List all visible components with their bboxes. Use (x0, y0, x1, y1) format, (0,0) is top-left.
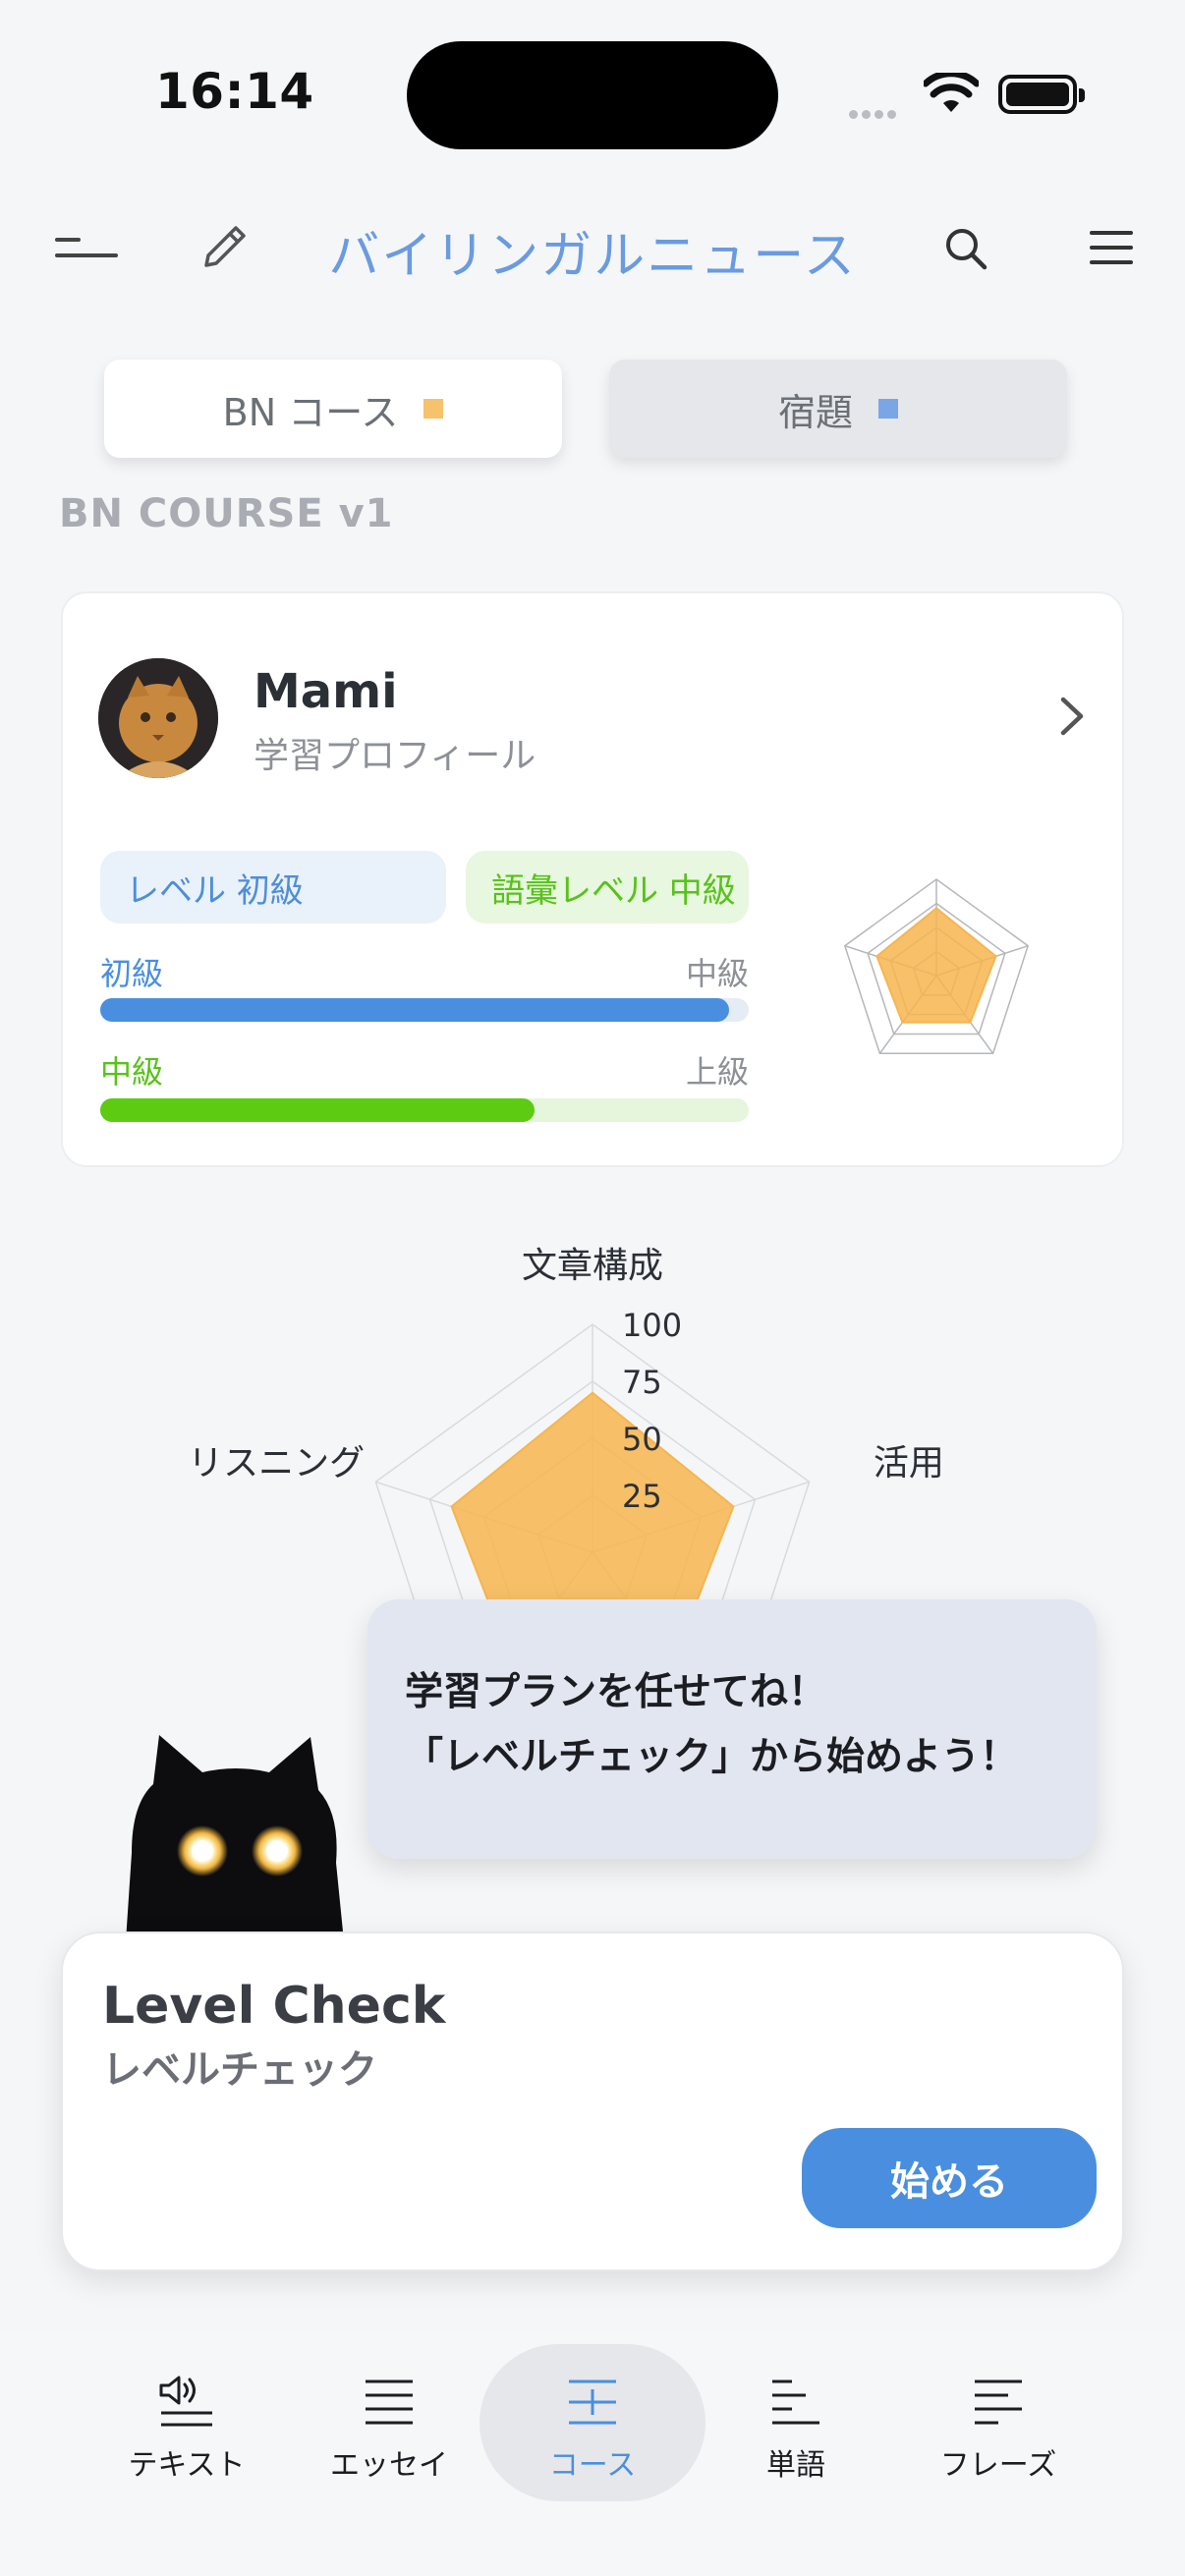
bubble-line-2: 「レベルチェック」から始めよう！ (405, 1735, 1019, 1779)
mascot-speech-bubble: 学習プランを任せてね！ 「レベルチェック」から始めよう！ (367, 1599, 1097, 1859)
radar-axis-label: リスニング (188, 1443, 365, 1484)
tab-words[interactable]: 単語 (698, 2362, 894, 2495)
profile-subtitle: 学習プロフィール (254, 736, 536, 776)
bubble-line-1: 学習プランを任せてね！ (405, 1670, 827, 1714)
tab-text-label: テキスト (128, 2448, 246, 2483)
tab-text[interactable]: テキスト (88, 2362, 285, 2495)
radar-tick-label: 25 (622, 1478, 662, 1515)
tab-words-label: 単語 (766, 2448, 825, 2483)
level-check-title: Level Check (102, 1977, 446, 2036)
course-marker-icon (423, 399, 444, 419)
tab-course-label: コース (548, 2448, 637, 2483)
radar-tick-label: 75 (622, 1364, 662, 1401)
section-label: BN COURSE v1 (59, 491, 394, 536)
progress-bar-intermediate (100, 1098, 749, 1122)
tab-essay-label: エッセイ (330, 2448, 448, 2483)
course-lines-icon (569, 2380, 616, 2425)
tab-bn-course-label: BN コース (222, 390, 399, 434)
battery-icon (998, 75, 1085, 114)
tab-course[interactable]: コース (494, 2362, 691, 2495)
start-button[interactable]: 始める (802, 2128, 1097, 2228)
tab-homework-label: 宿題 (777, 390, 853, 434)
radar-tick-label: 100 (622, 1307, 682, 1344)
hamburger-menu-icon[interactable] (1087, 224, 1136, 271)
progress-bar-beginner (100, 998, 749, 1022)
level-check-subtitle: レベルチェック (102, 2047, 377, 2093)
level-pill: レベル 初級 (100, 851, 446, 924)
tab-essay[interactable]: エッセイ (291, 2362, 487, 2495)
progress-2-from-label: 中級 (100, 1053, 164, 1091)
progress-1-to-label: 中級 (685, 955, 749, 992)
vocab-level-pill: 語彙レベル 中級 (466, 851, 749, 924)
mini-radar-chart (843, 878, 1030, 1055)
dynamic-island (407, 41, 778, 149)
essay-lines-icon (366, 2380, 413, 2425)
status-time: 16:14 (155, 63, 314, 120)
progress-1-from-label: 初級 (100, 955, 164, 992)
radar-axis-label: 活用 (874, 1443, 944, 1484)
pencil-icon[interactable] (195, 218, 254, 277)
radar-tick-label: 50 (622, 1421, 662, 1458)
cellular-signal-icon (849, 104, 900, 123)
homework-marker-icon (878, 399, 898, 419)
avatar (98, 658, 218, 778)
wifi-icon (922, 70, 981, 120)
progress-fill-intermediate (100, 1098, 536, 1122)
tab-phrases[interactable]: フレーズ (900, 2362, 1097, 2495)
progress-2-to-label: 上級 (685, 1053, 749, 1091)
cat-mascot (118, 1735, 354, 1945)
radar-series-area (875, 907, 997, 1024)
progress-fill-beginner (100, 998, 730, 1022)
tab-bn-course[interactable]: BN コース (104, 360, 562, 458)
search-icon[interactable] (941, 222, 990, 275)
tab-phrases-label: フレーズ (939, 2448, 1057, 2483)
text-speaker-icon (159, 2376, 212, 2427)
chevron-right-icon[interactable] (1053, 694, 1089, 743)
tab-homework[interactable]: 宿題 (609, 360, 1067, 458)
app-title: バイリンガルニュース (328, 227, 857, 286)
collapse-icon[interactable] (55, 228, 120, 267)
phrases-lines-icon (975, 2380, 1022, 2425)
radar-axis-label: 文章構成 (522, 1246, 663, 1286)
user-name: Mami (254, 664, 398, 719)
words-lines-icon (772, 2380, 819, 2425)
